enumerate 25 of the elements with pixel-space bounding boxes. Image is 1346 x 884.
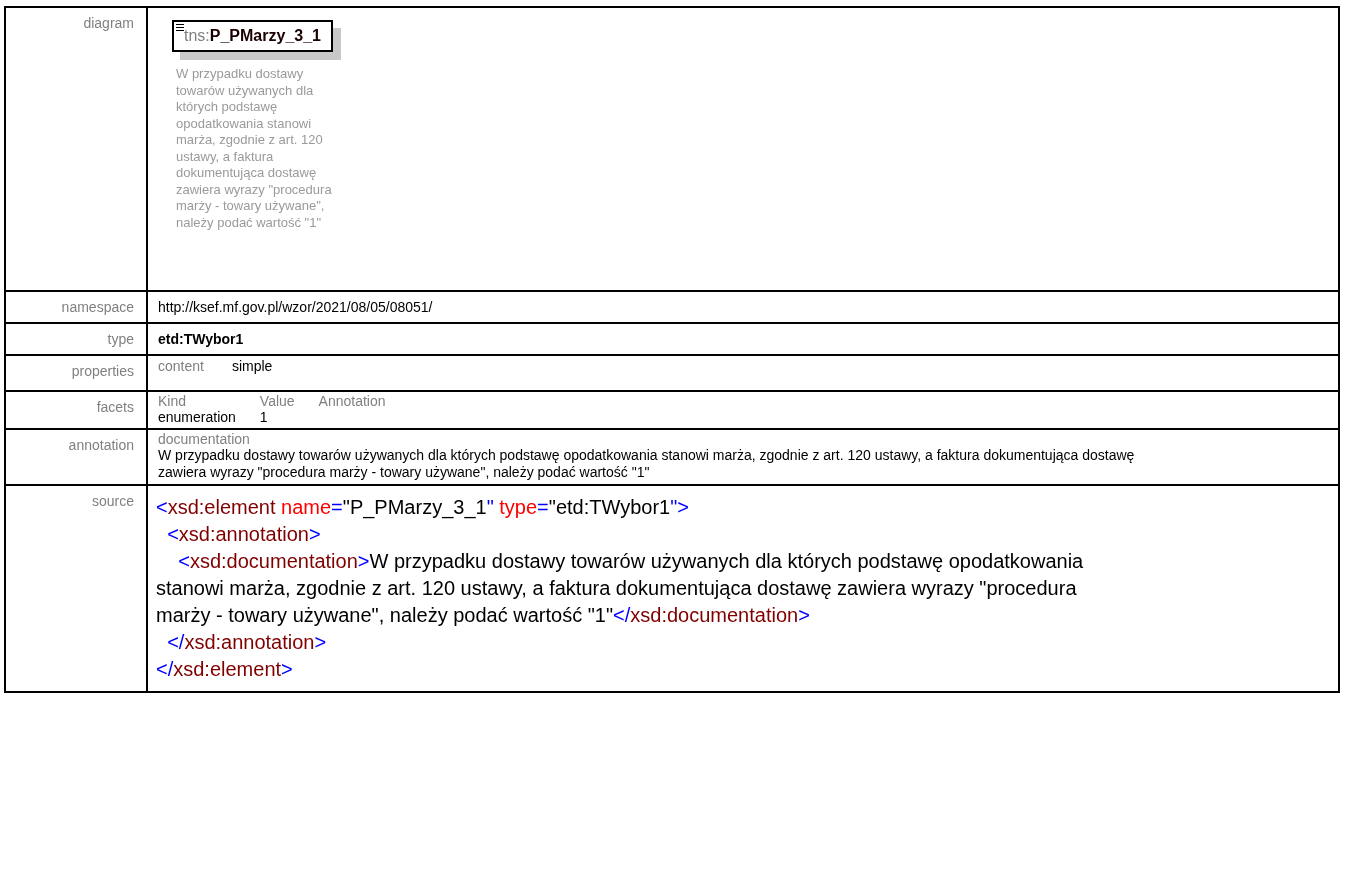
namespace-value: http://ksef.mf.gov.pl/wzor/2021/08/05/08051/ <box>158 299 433 315</box>
annotation-heading: documentation <box>158 432 251 447</box>
facet-value: 1 <box>259 409 269 425</box>
lines-icon <box>176 24 184 31</box>
row-label: source <box>5 485 147 692</box>
row-label: diagram <box>5 7 147 291</box>
column-header: Kind <box>158 394 188 409</box>
row-label: type <box>5 323 147 355</box>
row-label: properties <box>5 355 147 391</box>
type-value: etd:TWybor1 <box>158 331 244 347</box>
row-label: annotation <box>5 429 147 485</box>
source-code-line: <xsd:documentation>W przypadku dostawy towarów używanych dla których podstawę opodatkowania stanowi marża, zgodnie z art. 120 ustawy, a faktura dokumentująca dostawę zawiera wyrazy "procedura marży - towary używane", należy podać wartość "1"</xsd:documentation> <box>156 549 1085 628</box>
property-value: simple <box>231 358 273 374</box>
row-label: facets <box>5 391 147 429</box>
source-code-line: </xsd:annotation> <box>166 630 328 655</box>
source-code-line: <xsd:annotation> <box>166 522 322 547</box>
source-code-line: </xsd:element> <box>156 657 294 682</box>
column-header: Annotation <box>318 394 386 409</box>
source-code-line: <xsd:element name="P_PMarzy_3_1" type="etd:TWybor1"> <box>156 495 690 521</box>
annotation-text: W przypadku dostawy towarów używanych dla których podstawę opodatkowania stanowi marża, zgodnie z art. 120 ustawy, a faktura dokumentująca dostawę zawiera wyrazy "procedura marży - towary używane", należy podać wartość "1" <box>158 447 1136 481</box>
element-annotation: W przypadku dostawy towarów używanych dla których podstawę opodatkowania stanowi marża, zgodnie z art. 120 ustawy, a faktura dokumentująca dostawę zawiera wyrazy "procedura marży - towary używane", należy podać wartość "1" <box>175 66 333 231</box>
facet-kind: enumeration <box>158 409 236 425</box>
property-name: content <box>158 358 204 374</box>
column-header: Value <box>259 394 295 409</box>
row-label: namespace <box>5 291 147 323</box>
